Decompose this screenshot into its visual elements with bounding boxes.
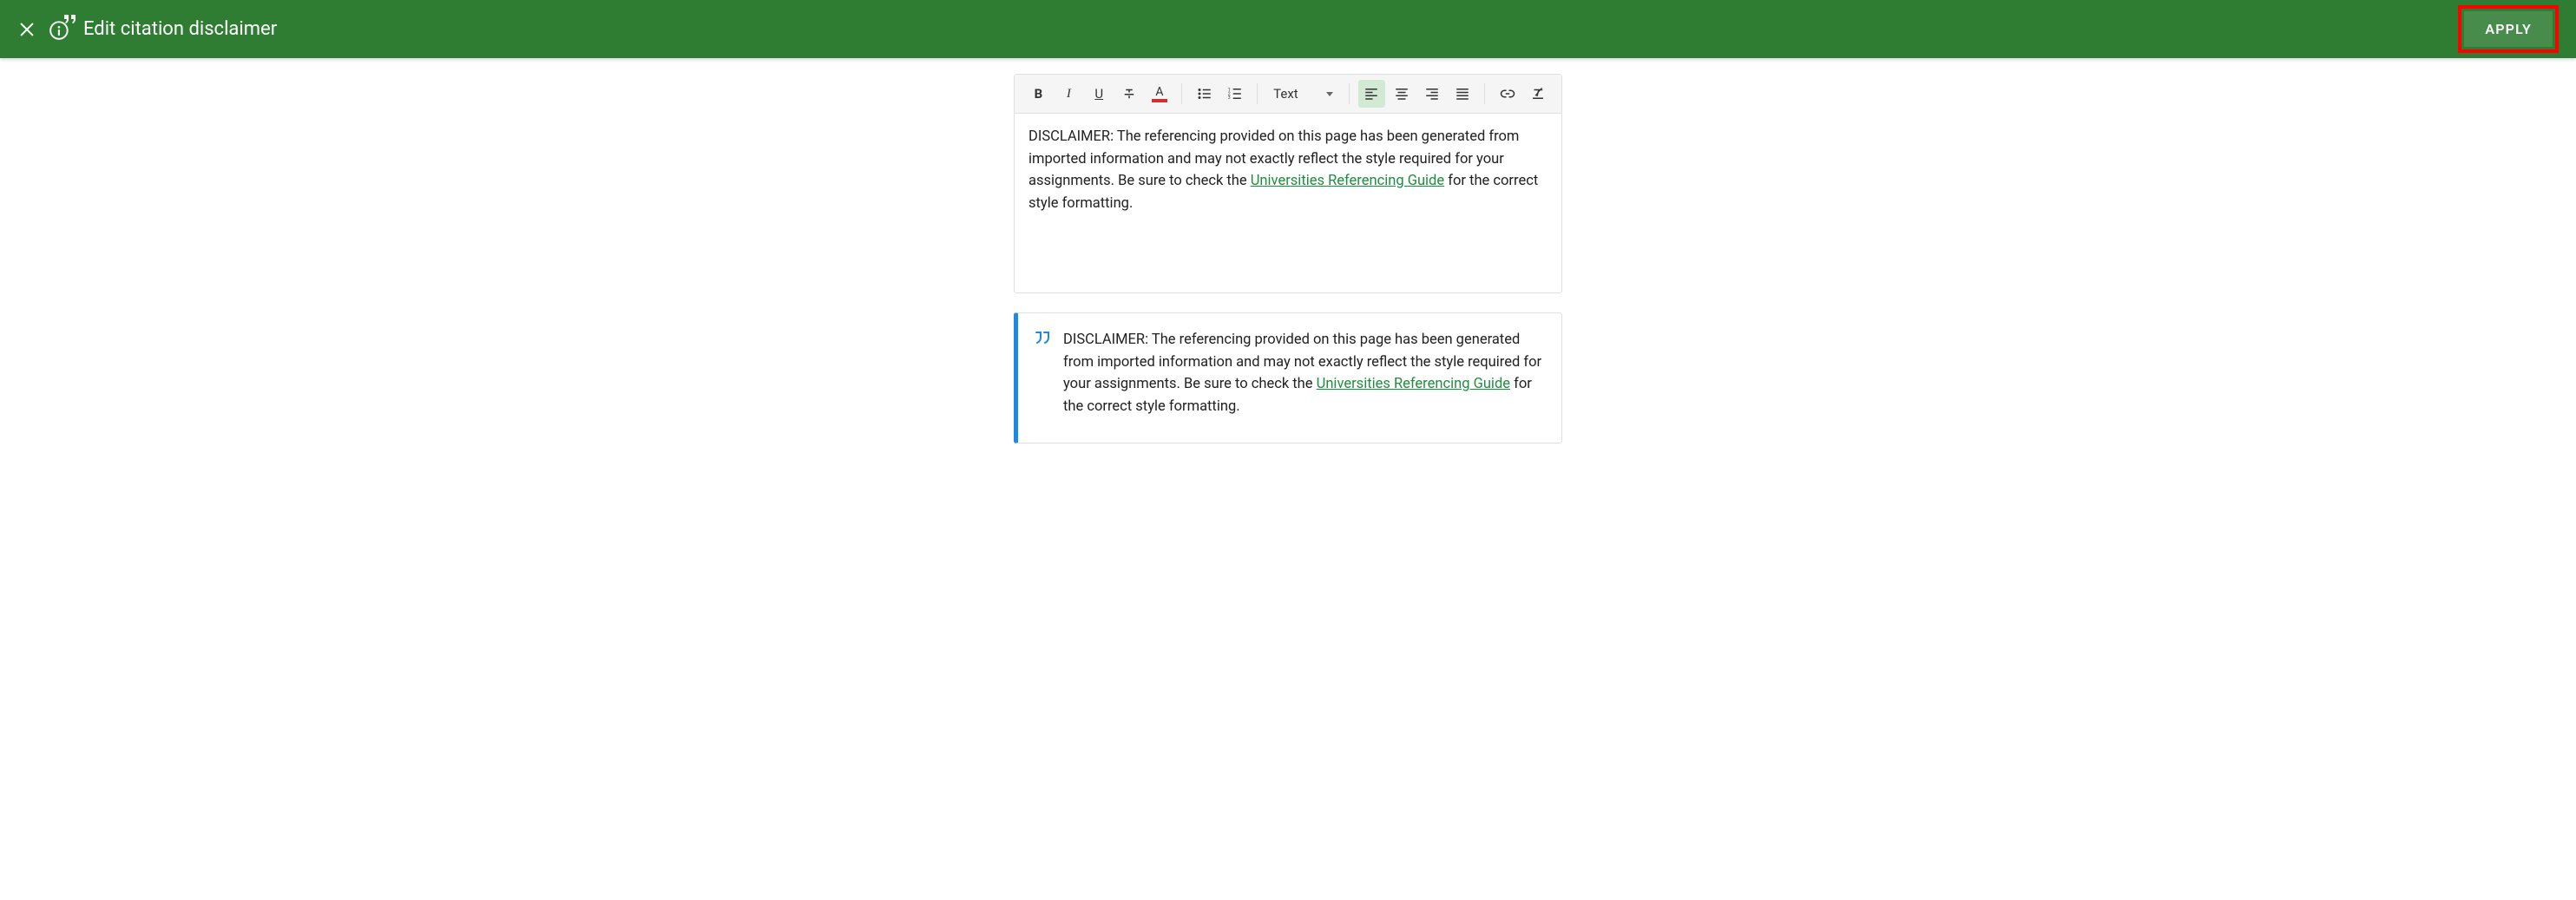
italic-button[interactable]: I xyxy=(1055,80,1082,108)
preview-text: DISCLAIMER: The referencing provided on … xyxy=(1063,329,1544,417)
editor-link[interactable]: Universities Referencing Guide xyxy=(1251,173,1444,189)
bold-button[interactable]: B xyxy=(1025,80,1052,108)
numbered-list-icon: 123 xyxy=(1227,86,1243,102)
strikethrough-button[interactable] xyxy=(1116,80,1143,108)
toolbar-separator xyxy=(1257,83,1258,104)
align-left-icon xyxy=(1364,86,1379,102)
preview-card: DISCLAIMER: The referencing provided on … xyxy=(1014,312,1562,443)
close-icon xyxy=(17,20,36,39)
text-format-dropdown[interactable]: Text xyxy=(1266,80,1340,108)
align-right-button[interactable] xyxy=(1418,80,1445,108)
align-right-icon xyxy=(1424,86,1440,102)
link-button[interactable] xyxy=(1494,80,1521,108)
align-center-button[interactable] xyxy=(1389,80,1416,108)
header-title: Edit citation disclaimer xyxy=(83,18,277,40)
align-justify-button[interactable] xyxy=(1449,80,1475,108)
chevron-down-icon xyxy=(1326,92,1333,96)
apply-button[interactable]: APPLY xyxy=(2464,11,2553,47)
svg-text:3: 3 xyxy=(1228,95,1231,101)
header-bar: Edit citation disclaimer APPLY xyxy=(0,0,2576,58)
clear-format-button[interactable] xyxy=(1524,80,1551,108)
align-center-icon xyxy=(1394,86,1410,102)
toolbar-separator xyxy=(1484,83,1485,104)
underline-button[interactable]: U xyxy=(1086,80,1113,108)
text-format-label: Text xyxy=(1273,86,1298,102)
toolbar-separator xyxy=(1181,83,1182,104)
strikethrough-icon xyxy=(1121,86,1137,102)
editor-textarea[interactable]: DISCLAIMER: The referencing provided on … xyxy=(1015,114,1561,292)
link-icon xyxy=(1500,86,1515,102)
bullet-list-icon xyxy=(1197,86,1212,102)
quote-icon xyxy=(1034,331,1051,417)
text-color-button[interactable]: A xyxy=(1147,80,1173,108)
editor-card: B I U A 123 Text xyxy=(1014,74,1562,293)
apply-highlight-box: APPLY xyxy=(2458,5,2559,53)
bullet-list-button[interactable] xyxy=(1191,80,1218,108)
preview-link[interactable]: Universities Referencing Guide xyxy=(1317,376,1510,392)
header-left: Edit citation disclaimer xyxy=(17,18,277,41)
close-button[interactable] xyxy=(17,20,36,39)
toolbar-separator xyxy=(1349,83,1350,104)
editor-toolbar: B I U A 123 Text xyxy=(1015,75,1561,114)
align-left-button[interactable] xyxy=(1358,80,1385,108)
numbered-list-button[interactable]: 123 xyxy=(1221,80,1248,108)
clear-format-icon xyxy=(1530,86,1546,102)
info-quote-icon xyxy=(49,18,71,41)
align-justify-icon xyxy=(1455,86,1470,102)
